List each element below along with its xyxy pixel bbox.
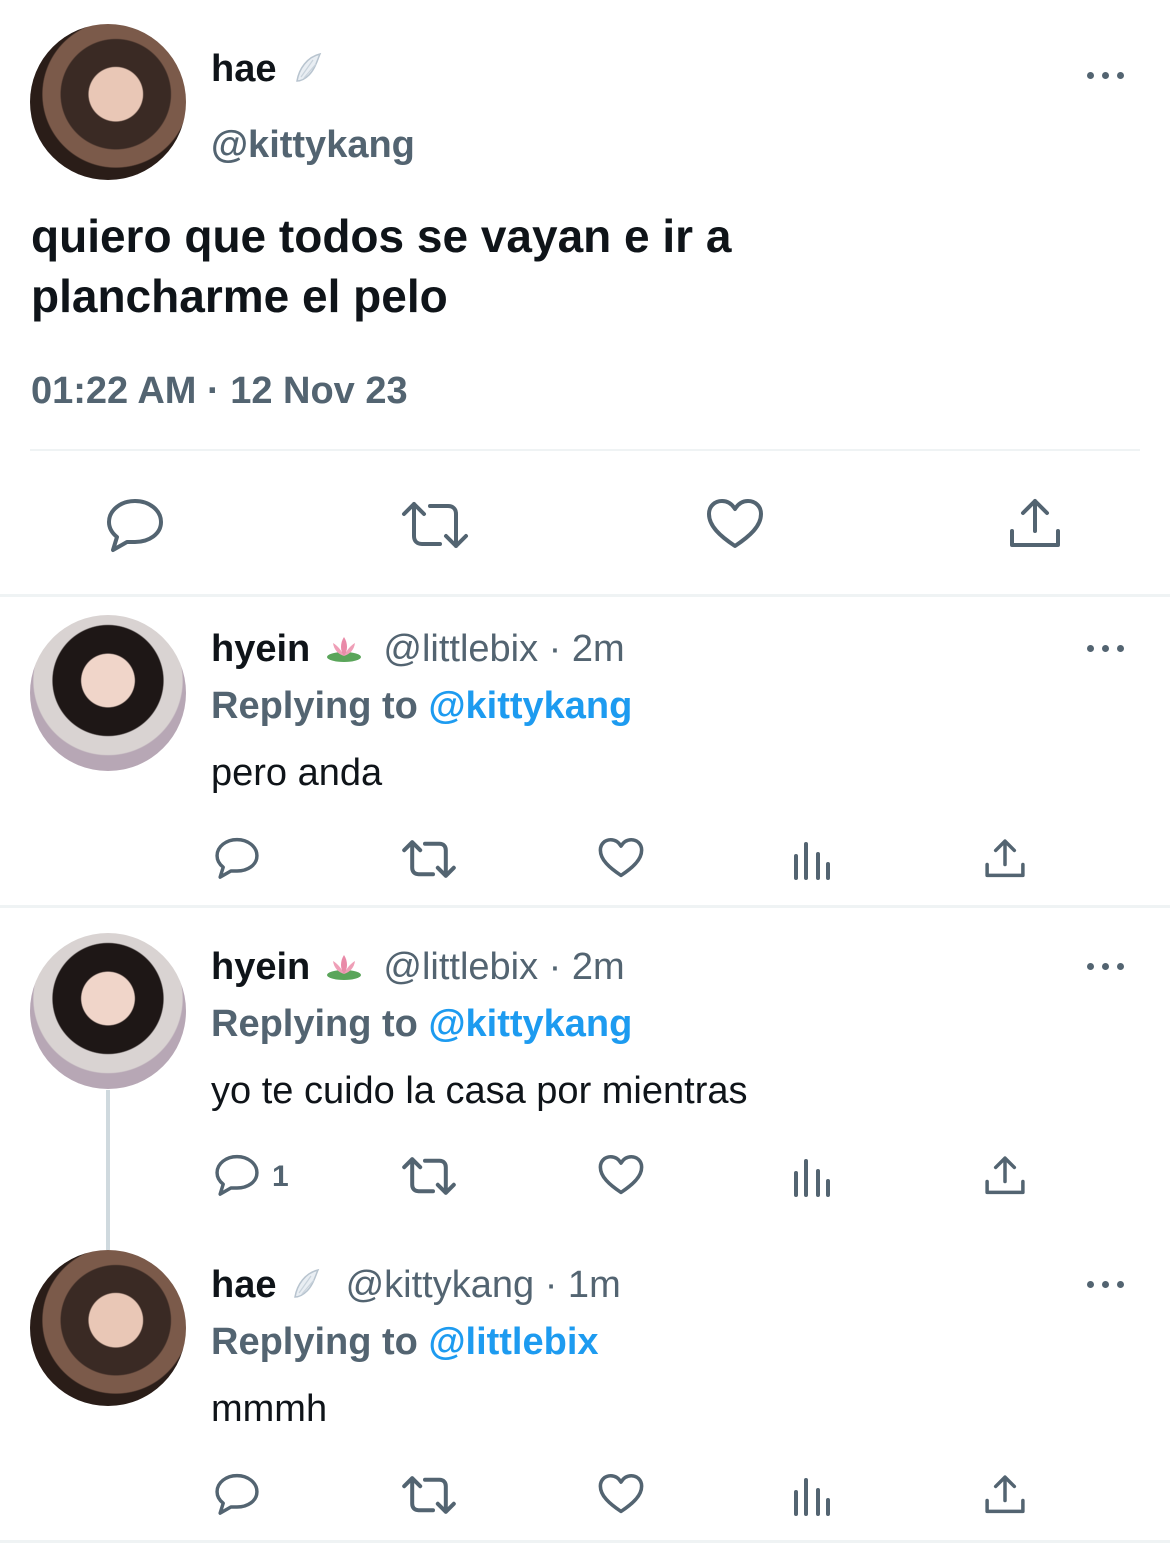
- reply-icon: [215, 1473, 259, 1515]
- like-button[interactable]: [706, 498, 764, 550]
- analytics-icon: [794, 842, 830, 880]
- avatar[interactable]: [30, 1250, 186, 1406]
- reply-header: hae @kittykang · 1m: [211, 1264, 621, 1307]
- heart-icon: [598, 1154, 644, 1195]
- share-icon: [985, 1156, 1025, 1195]
- reply-button[interactable]: [105, 497, 165, 553]
- retweet-button[interactable]: [401, 1475, 457, 1515]
- retweet-icon: [402, 1476, 456, 1514]
- reply-icon: [107, 499, 163, 552]
- section-separator: [0, 1540, 1170, 1543]
- mention-link[interactable]: @kittykang: [428, 685, 632, 727]
- retweet-button[interactable]: [400, 500, 470, 550]
- reply-time[interactable]: · 1m: [545, 1264, 621, 1306]
- section-separator: [0, 594, 1170, 597]
- share-icon: [985, 839, 1025, 878]
- reply-header: hyein @littlebix · 2m: [211, 946, 625, 989]
- author-handle[interactable]: @littlebix: [383, 946, 538, 988]
- avatar[interactable]: [30, 615, 186, 771]
- thread-line: [106, 1090, 110, 1250]
- more-options-icon[interactable]: [1087, 69, 1127, 81]
- share-button[interactable]: [984, 838, 1026, 880]
- reply-count: 1: [272, 1160, 289, 1193]
- like-button[interactable]: [598, 1154, 644, 1196]
- mention-link[interactable]: @kittykang: [428, 1003, 632, 1045]
- section-separator: [0, 905, 1170, 908]
- wing-emoji-icon: [293, 51, 323, 85]
- replying-to: Replying to @kittykang: [211, 685, 633, 727]
- author-handle[interactable]: @kittykang: [211, 124, 415, 167]
- replying-to: Replying to @littlebix: [211, 1321, 599, 1363]
- reply-time[interactable]: · 2m: [549, 946, 625, 988]
- tweet-timestamp[interactable]: 01:22 AM · 12 Nov 23: [31, 370, 408, 413]
- more-options-icon[interactable]: [1087, 960, 1127, 972]
- author-handle[interactable]: @kittykang: [346, 1264, 535, 1306]
- lotus-emoji-icon: [325, 948, 363, 980]
- reply-icon: [215, 837, 259, 879]
- reply-button[interactable]: [214, 1153, 260, 1197]
- analytics-button[interactable]: [792, 1157, 832, 1197]
- reply-button[interactable]: [214, 1472, 260, 1516]
- reply-time[interactable]: · 2m: [549, 628, 625, 670]
- share-button[interactable]: [984, 1474, 1026, 1516]
- mention-link[interactable]: @littlebix: [428, 1321, 598, 1363]
- author-name[interactable]: hyein: [211, 628, 310, 670]
- retweet-icon: [402, 1157, 456, 1195]
- lotus-emoji-icon: [325, 630, 363, 662]
- share-button[interactable]: [1008, 497, 1062, 551]
- analytics-button[interactable]: [792, 1476, 832, 1516]
- retweet-button[interactable]: [401, 839, 457, 879]
- more-options-icon[interactable]: [1087, 642, 1127, 654]
- like-button[interactable]: [598, 1473, 644, 1515]
- analytics-button[interactable]: [792, 840, 832, 880]
- author-name[interactable]: hae: [211, 48, 323, 91]
- retweet-button[interactable]: [401, 1156, 457, 1196]
- heart-icon: [707, 499, 763, 548]
- reply-icon: [215, 1154, 259, 1196]
- retweet-icon: [402, 502, 468, 548]
- share-icon: [985, 1475, 1025, 1514]
- reply-text: pero anda: [211, 752, 383, 794]
- analytics-icon: [794, 1478, 830, 1516]
- avatar[interactable]: [30, 24, 186, 180]
- retweet-icon: [402, 840, 456, 878]
- avatar[interactable]: [30, 933, 186, 1089]
- divider: [30, 449, 1140, 451]
- more-options-icon[interactable]: [1087, 1278, 1127, 1290]
- wing-emoji-icon: [291, 1267, 321, 1301]
- author-name[interactable]: hae: [211, 1264, 276, 1306]
- heart-icon: [598, 837, 644, 878]
- author-name[interactable]: hyein: [211, 946, 310, 988]
- share-icon: [1010, 499, 1060, 547]
- replying-to: Replying to @kittykang: [211, 1003, 633, 1045]
- reply-button[interactable]: [214, 836, 260, 880]
- author-handle[interactable]: @littlebix: [383, 628, 538, 670]
- analytics-icon: [794, 1159, 830, 1197]
- reply-text: mmmh: [211, 1388, 328, 1430]
- share-button[interactable]: [984, 1155, 1026, 1197]
- like-button[interactable]: [598, 837, 644, 879]
- tweet-text: quiero que todos se vayan e ir a plancha…: [31, 210, 732, 322]
- reply-text: yo te cuido la casa por mientras: [211, 1070, 748, 1112]
- heart-icon: [598, 1473, 644, 1514]
- reply-header: hyein @littlebix · 2m: [211, 628, 625, 671]
